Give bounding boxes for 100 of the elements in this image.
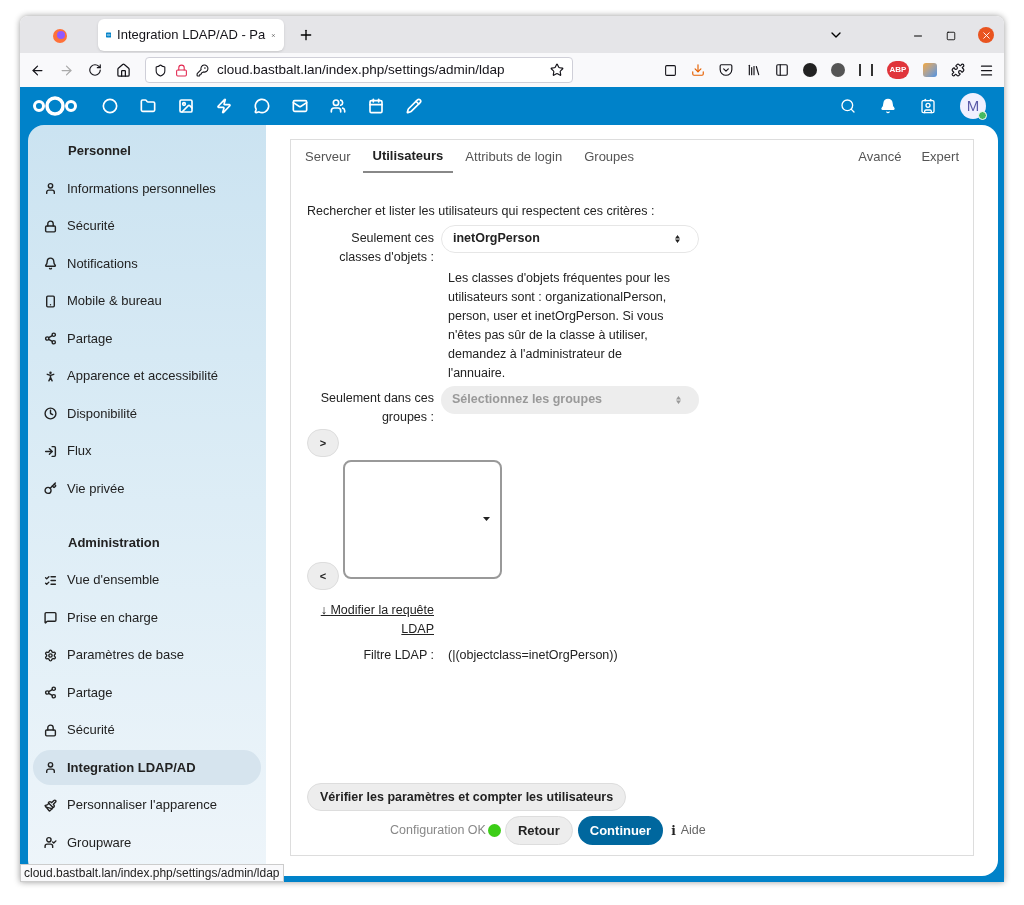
sidebar-heading: Administration <box>67 533 161 552</box>
dropdown-caret-icon <box>483 517 490 522</box>
sidebar-item[interactable]: Mobile & bureau <box>33 283 261 319</box>
continue-button[interactable]: Continuer <box>577 816 664 845</box>
sidebar-item[interactable]: Sécurité <box>33 208 261 244</box>
field-label: Seulement ces classes d'objets : <box>338 229 434 266</box>
forward-icon[interactable] <box>59 62 74 78</box>
wizard-tab[interactable]: Groupes <box>574 141 645 173</box>
sidebar-item[interactable]: Partage <box>33 675 261 710</box>
key-icon <box>44 482 57 495</box>
back-button[interactable]: Retour <box>504 816 573 845</box>
close-window-icon[interactable] <box>978 27 994 43</box>
url-text: cloud.bastbalt.lan/index.php/settings/admin/ldap <box>217 60 506 79</box>
share-icon <box>44 332 57 345</box>
wizard-tab[interactable]: Expert <box>911 141 969 173</box>
lock-icon[interactable] <box>175 63 188 77</box>
person-icon <box>44 836 57 849</box>
new-tab-icon[interactable] <box>298 27 314 43</box>
sidebar-item[interactable]: Paramètres de base <box>33 637 261 673</box>
extension-icon[interactable] <box>831 63 845 77</box>
sidebar-item[interactable]: Integration LDAP/AD <box>33 750 261 785</box>
person-icon <box>44 761 57 774</box>
browser-tab[interactable]: Integration LDAP/AD - Pa <box>98 19 284 51</box>
phone-icon <box>44 294 57 308</box>
sidebar-item[interactable]: Prise en charge <box>33 600 261 635</box>
download-icon[interactable] <box>691 63 705 77</box>
brush-icon <box>44 798 57 812</box>
info-icon: i <box>671 821 676 840</box>
bell-icon <box>44 257 57 270</box>
intro-text: Rechercher et lister les utilisateurs qui respectent ces critères : <box>307 203 656 220</box>
contacts-icon[interactable] <box>920 98 936 114</box>
menu-icon[interactable] <box>979 62 994 78</box>
sort-caret-icon <box>675 234 680 243</box>
lock-icon <box>44 723 57 737</box>
folder-icon[interactable] <box>140 98 156 114</box>
verify-settings-button[interactable]: Vérifier les paramètres et compter les utilisateurs <box>307 783 627 811</box>
bell-icon[interactable] <box>880 98 896 114</box>
sidebar-item[interactable]: Groupware <box>33 825 261 860</box>
pencil-icon[interactable] <box>406 98 422 114</box>
sidebar-item[interactable]: Sécurité <box>33 712 261 748</box>
wizard-tab[interactable]: Serveur <box>295 141 361 173</box>
sidebar-heading: Personnel <box>67 142 132 160</box>
extension-icon[interactable] <box>803 63 817 77</box>
accessibility-icon <box>44 369 57 383</box>
sidebar-item[interactable]: Notifications <box>33 246 261 281</box>
help-link[interactable]: Aide <box>680 821 706 840</box>
sidebar-item[interactable]: Apparence et accessibilité <box>33 358 261 394</box>
home-icon[interactable] <box>116 62 131 78</box>
share-icon <box>44 686 57 699</box>
browser-logo-icon[interactable] <box>52 28 68 44</box>
field-label: Seulement dans ces groupes : <box>319 389 434 426</box>
key-icon[interactable] <box>196 63 209 77</box>
settings-icon <box>44 648 57 662</box>
circle-icon[interactable] <box>102 98 118 114</box>
sidebar-item[interactable]: Personnaliser l'apparence <box>33 787 261 823</box>
sort-caret-icon <box>676 395 681 404</box>
people-icon[interactable] <box>330 98 346 114</box>
bookmark-star-icon[interactable] <box>550 63 564 77</box>
image-icon[interactable] <box>178 98 194 114</box>
edit-query-link[interactable]: ↓ Modifier la requête LDAP <box>307 600 434 639</box>
search-icon[interactable] <box>840 98 856 114</box>
bars-icon[interactable] <box>859 64 873 76</box>
ldap-filter-value: (|(objectclass=inetOrgPerson)) <box>448 646 618 664</box>
field-label: Filtre LDAP : <box>362 646 434 664</box>
wizard-tab[interactable]: Avancé <box>848 141 912 173</box>
sidebar-icon[interactable] <box>775 63 789 77</box>
pocket-icon[interactable] <box>719 63 733 77</box>
chat-icon[interactable] <box>254 98 270 114</box>
remove-group-button[interactable]: < <box>307 561 339 590</box>
cloud-logo-icon[interactable] <box>32 95 78 117</box>
shield-icon[interactable] <box>154 63 167 77</box>
sidebar-item[interactable]: Vie privée <box>33 471 261 506</box>
adblock-badge[interactable]: ABP <box>887 61 909 79</box>
maximize-icon[interactable] <box>946 31 956 41</box>
sidebar-item[interactable]: Flux <box>33 433 261 469</box>
groups-listbox[interactable] <box>343 459 502 579</box>
list-icon <box>44 573 57 587</box>
sidebar-item[interactable]: Partage <box>33 321 261 356</box>
lock-icon <box>44 219 57 233</box>
extensions-icon[interactable] <box>951 63 965 77</box>
config-status-text: Configuration OK <box>390 822 486 840</box>
status-url-tooltip: cloud.bastbalt.lan/index.php/settings/admin/ldap <box>20 864 284 882</box>
sidebar-item[interactable]: Vue d'ensemble <box>33 562 261 598</box>
sidebar-item[interactable]: Disponibilité <box>33 396 261 431</box>
address-bar[interactable]: cloud.bastbalt.lan/index.php/settings/admin/ldap <box>145 57 573 83</box>
mail-icon[interactable] <box>292 98 308 114</box>
sidebar-item[interactable]: Informations personnelles <box>33 171 261 206</box>
add-group-button[interactable]: > <box>307 428 339 457</box>
reload-icon[interactable] <box>88 63 102 77</box>
user-avatar[interactable]: M <box>960 93 986 119</box>
back-icon[interactable] <box>30 62 45 78</box>
calendar-icon[interactable] <box>368 98 384 114</box>
person-icon <box>44 182 57 195</box>
lightning-icon[interactable] <box>216 98 232 114</box>
speech-bubble-icon <box>44 611 57 624</box>
clock-icon <box>44 407 57 420</box>
library-icon[interactable] <box>747 63 761 77</box>
wizard-tab[interactable]: Attributs de login <box>455 141 573 173</box>
arrow-box-icon <box>44 444 57 458</box>
wizard-tab[interactable]: Utilisateurs <box>362 141 454 173</box>
